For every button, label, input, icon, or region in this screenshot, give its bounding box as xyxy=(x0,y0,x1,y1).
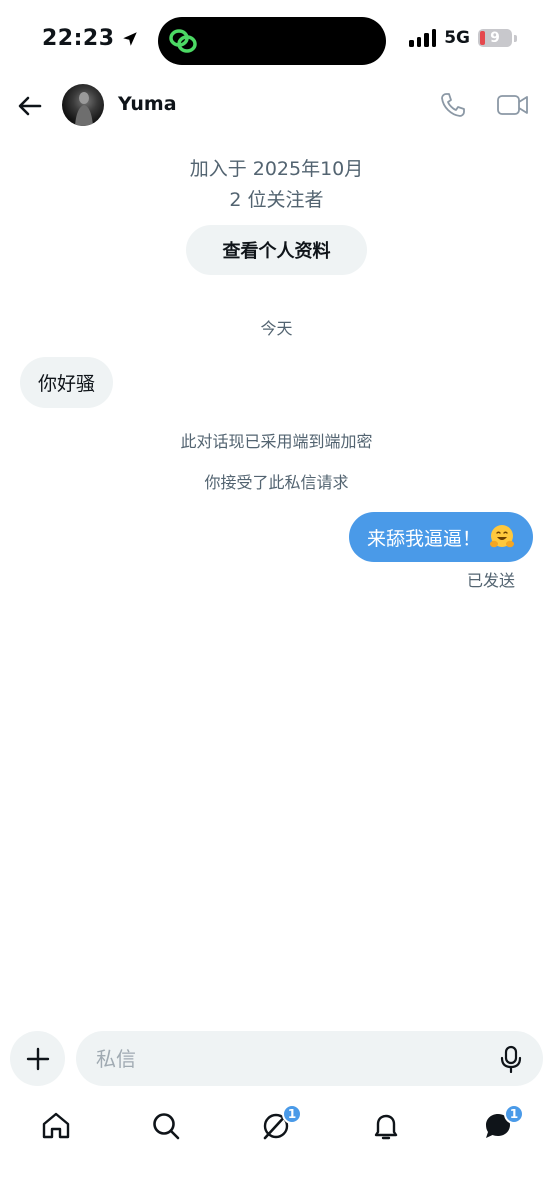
view-profile-button[interactable]: 查看个人资料 xyxy=(186,225,367,275)
nav-messages[interactable]: 1 xyxy=(482,1104,524,1142)
dynamic-island xyxy=(158,17,386,65)
incoming-message-bubble[interactable]: 你好骚 xyxy=(20,357,114,408)
phone-icon[interactable] xyxy=(438,90,468,120)
plus-icon xyxy=(26,1047,49,1070)
battery-icon: 9 xyxy=(478,29,512,47)
hugging-face-emoji xyxy=(490,525,514,548)
request-accepted-notice: 你接受了此私信请求 xyxy=(204,473,349,492)
avatar-figure xyxy=(75,92,93,126)
video-icon[interactable] xyxy=(496,91,530,119)
bottom-navigation: 1 1 xyxy=(0,1100,553,1160)
search-icon xyxy=(153,1113,180,1140)
notification-badge: 1 xyxy=(504,1104,524,1124)
location-arrow-icon xyxy=(122,31,137,46)
conversation-header: Yuma xyxy=(0,78,553,134)
nav-search[interactable] xyxy=(150,1110,182,1142)
encryption-notice: 此对话现已采用端到端加密 xyxy=(180,432,373,451)
nav-notifications[interactable] xyxy=(370,1110,402,1142)
battery-tip xyxy=(514,34,517,42)
back-arrow-icon[interactable] xyxy=(16,92,44,120)
outgoing-message-bubble[interactable]: 来舔我逼逼！ xyxy=(348,512,533,562)
day-separator: 今天 xyxy=(260,319,293,338)
message-input[interactable] xyxy=(96,1031,486,1086)
contact-name[interactable]: Yuma xyxy=(118,93,177,115)
status-time: 22:23 xyxy=(42,26,139,51)
link-rings-icon xyxy=(169,29,197,53)
message-text: 来舔我逼逼！ xyxy=(366,527,481,550)
status-indicators: 5G 9 xyxy=(409,28,517,48)
microphone-icon[interactable] xyxy=(499,1045,523,1073)
status-bar: 22:23 5G 9 xyxy=(0,0,553,80)
bell-icon xyxy=(374,1114,398,1140)
joined-date: 加入于 2025年10月 xyxy=(189,158,364,180)
time-text: 22:23 xyxy=(42,26,115,51)
signal-icon xyxy=(409,29,437,47)
nav-grok[interactable]: 1 xyxy=(260,1104,302,1142)
nav-home[interactable] xyxy=(40,1110,72,1142)
battery-level: 9 xyxy=(490,30,500,46)
notification-badge: 1 xyxy=(282,1104,302,1124)
add-attachment-button[interactable] xyxy=(10,1031,65,1086)
message-text: 你好骚 xyxy=(38,373,96,395)
message-composer xyxy=(76,1031,543,1086)
follower-count: 2 位关注者 xyxy=(229,189,324,211)
avatar[interactable] xyxy=(62,84,104,126)
network-type: 5G xyxy=(444,28,470,48)
sent-status: 已发送 xyxy=(466,571,515,590)
home-icon xyxy=(42,1112,70,1139)
